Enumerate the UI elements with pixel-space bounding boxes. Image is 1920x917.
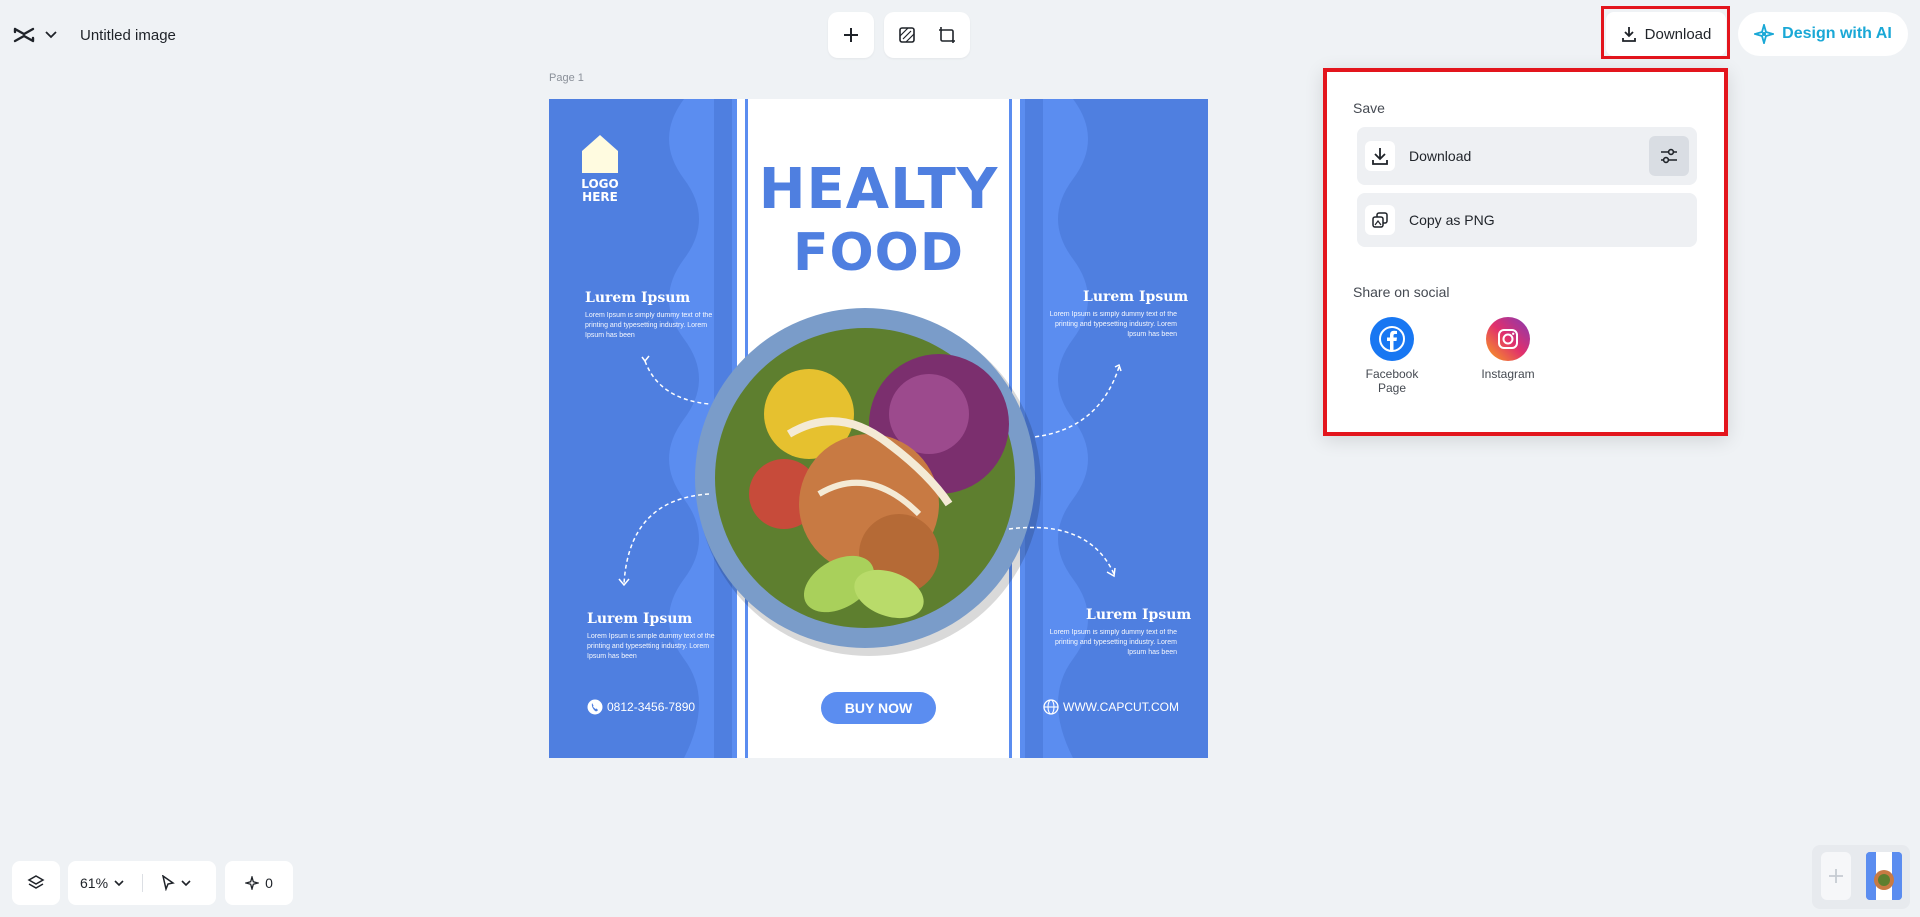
divider (142, 874, 144, 892)
buy-now-badge: BUY NOW (821, 692, 936, 724)
share-heading: Share on social (1353, 284, 1450, 300)
add-group (828, 12, 874, 58)
resize-button[interactable] (932, 20, 962, 50)
background-icon (899, 27, 915, 43)
facebook-icon (1370, 317, 1414, 361)
facebook-label-2: Page (1377, 381, 1407, 395)
instagram-icon (1486, 317, 1530, 361)
plus-icon (1829, 869, 1843, 883)
design-canvas[interactable]: LOGO HERE HEALTY FOOD Lurem Ipsum Lorem … (549, 99, 1208, 758)
download-button[interactable]: Download (1606, 12, 1726, 56)
download-menu: Save Download Copy as PNG Share on socia… (1323, 68, 1728, 436)
sliders-icon (1661, 148, 1677, 164)
background-button[interactable] (892, 20, 922, 50)
chevron-down-icon (181, 879, 191, 886)
ai-button-label: Design with AI (1782, 25, 1892, 42)
instagram-label: Instagram (1481, 367, 1535, 381)
chevron-down-icon (114, 879, 124, 886)
page-thumbnail[interactable] (1866, 852, 1902, 900)
zoom-dropdown[interactable]: 61% (80, 875, 124, 891)
share-instagram[interactable]: Instagram (1463, 317, 1553, 381)
pointer-icon (162, 875, 175, 891)
layers-button[interactable] (12, 861, 60, 905)
menu-copy-label: Copy as PNG (1409, 212, 1495, 228)
ai-sparkle-icon (1754, 24, 1775, 44)
chevron-down-icon[interactable] (44, 28, 58, 42)
sparkle-icon (245, 876, 260, 890)
ai-credits-button[interactable]: 0 (225, 861, 293, 905)
resize-icon (939, 27, 955, 43)
website-contact: WWW.CAPCUT.COM (1043, 699, 1179, 715)
plus-icon (844, 28, 858, 42)
website-url: WWW.CAPCUT.COM (1063, 700, 1179, 714)
download-button-label: Download (1644, 25, 1712, 43)
design-with-ai-button[interactable]: Design with AI (1738, 12, 1908, 56)
phone-number: 0812-3456-7890 (607, 700, 696, 714)
menu-download-item[interactable]: Download (1357, 127, 1697, 185)
download-icon (1365, 141, 1395, 171)
phone-icon (587, 699, 603, 715)
pointer-mode-dropdown[interactable] (161, 875, 191, 891)
brand-menu[interactable]: Untitled image (12, 18, 176, 52)
add-button[interactable] (836, 20, 866, 50)
document-title[interactable]: Untitled image (80, 27, 176, 44)
download-icon (1621, 27, 1636, 42)
menu-download-label: Download (1409, 148, 1472, 164)
menu-copy-png-item[interactable]: Copy as PNG (1357, 193, 1697, 247)
add-page-button[interactable] (1821, 852, 1851, 900)
canvas-tools-group (884, 12, 970, 58)
capcut-logo-icon[interactable] (12, 23, 36, 47)
page-thumbnail-preview (1866, 852, 1902, 900)
zoom-and-pointer-bar: 61% (68, 861, 216, 905)
layers-icon (27, 875, 45, 889)
globe-icon (1043, 699, 1059, 715)
ai-credits-count: 0 (265, 875, 273, 891)
share-facebook[interactable]: Facebook Page (1347, 317, 1437, 395)
top-toolbar (828, 12, 970, 58)
dashed-arrows-decoration (618, 355, 1122, 587)
zoom-value: 61% (80, 875, 109, 891)
phone-contact: 0812-3456-7890 (587, 699, 695, 715)
download-settings-button[interactable] (1649, 136, 1689, 176)
facebook-label-1: Facebook (1365, 367, 1419, 381)
save-heading: Save (1353, 100, 1385, 116)
copy-icon (1365, 205, 1395, 235)
page-label: Page 1 (549, 72, 584, 84)
